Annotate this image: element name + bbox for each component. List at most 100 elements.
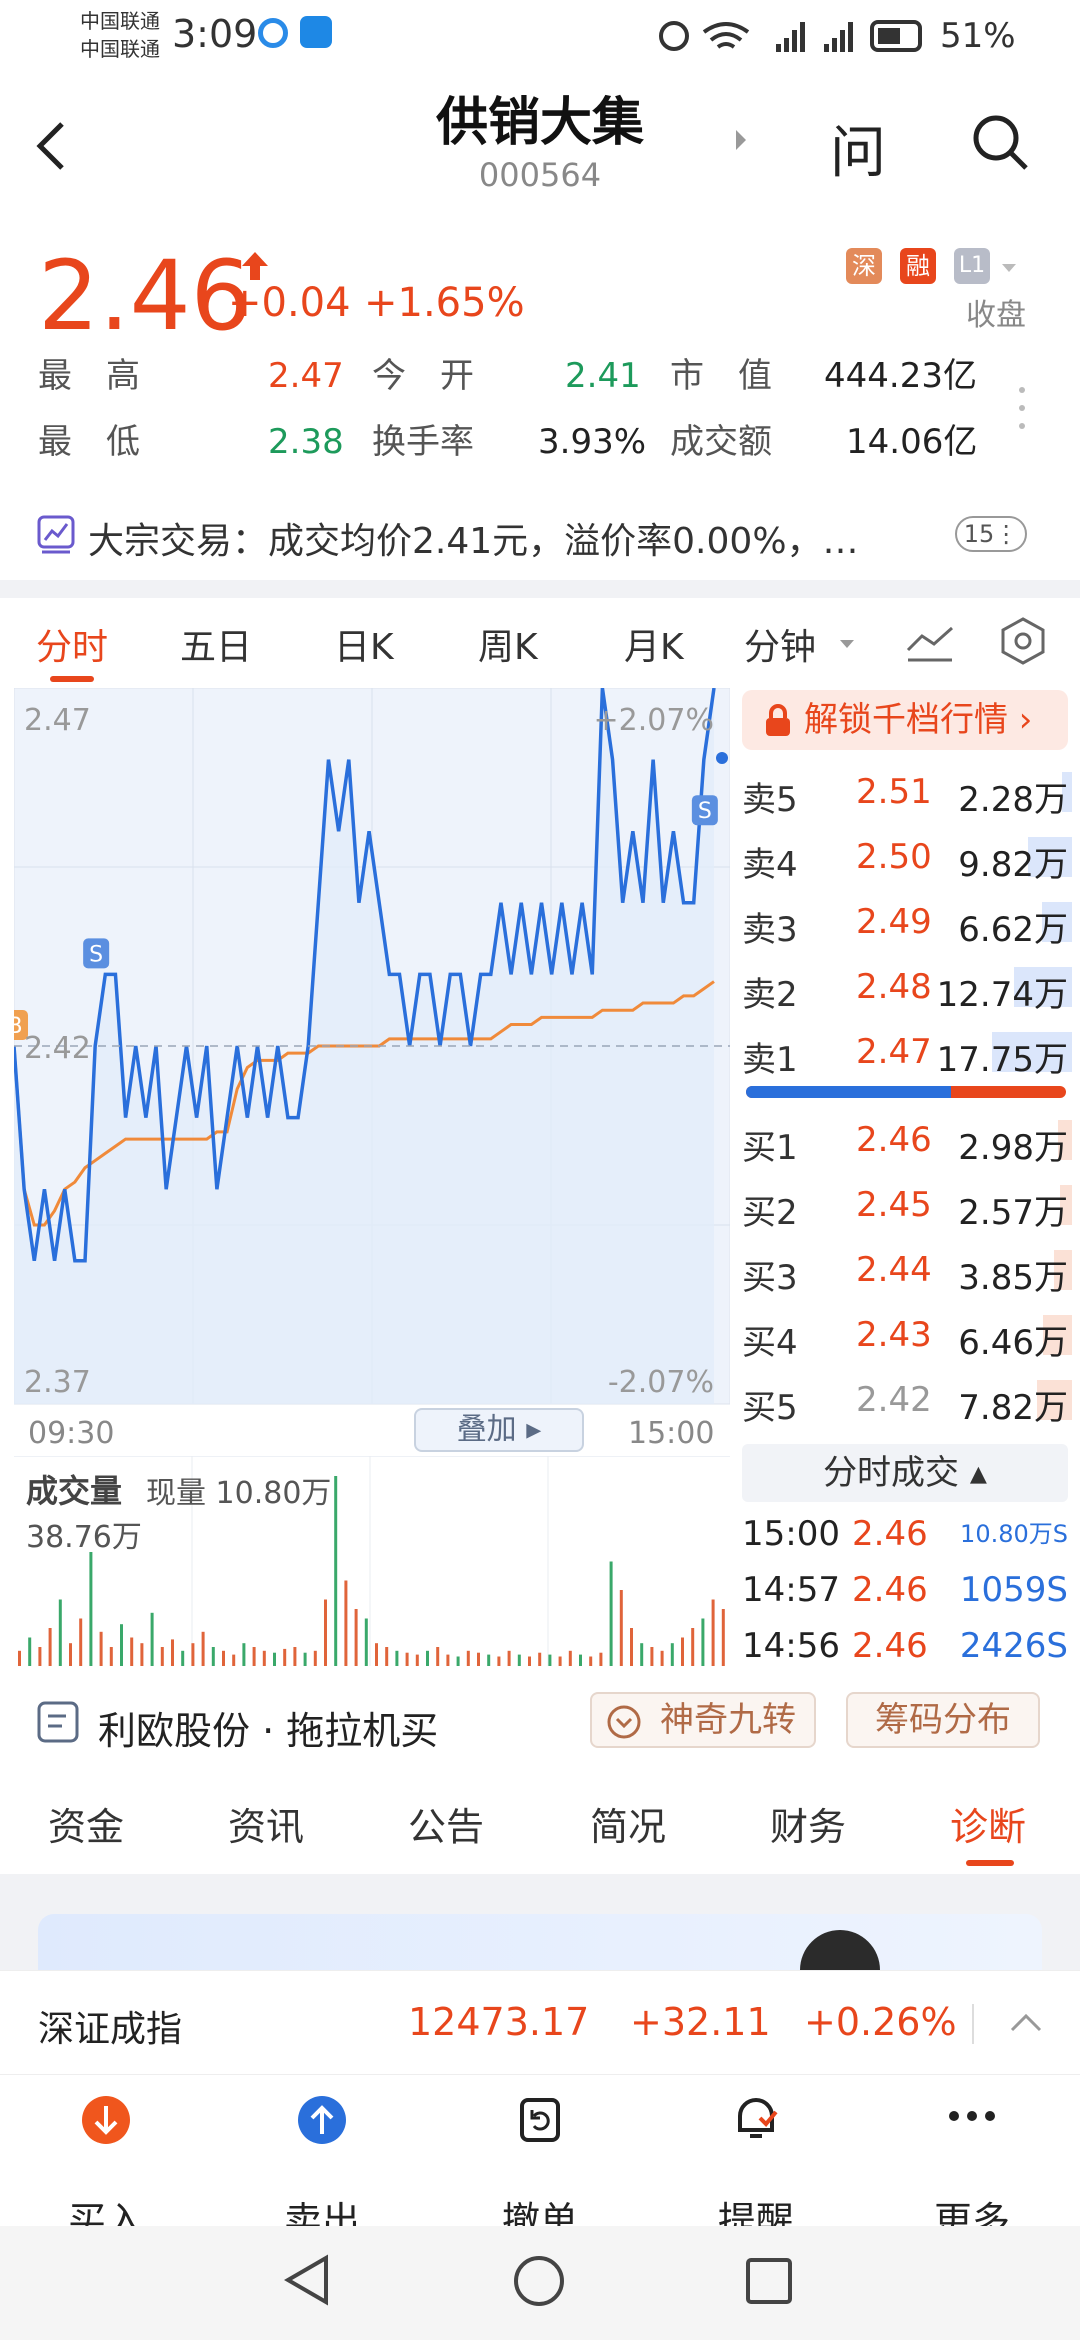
- bid-volume: 6.46万: [958, 1323, 1068, 1363]
- tab-profile[interactable]: 简况: [590, 1796, 666, 1851]
- tab-news[interactable]: 资讯: [228, 1796, 304, 1851]
- overlay-label: 叠加: [456, 1412, 517, 1447]
- buy-icon[interactable]: [80, 2094, 132, 2146]
- bid-row[interactable]: 买2 2.45 2.57万: [742, 1179, 1072, 1233]
- volume-bar: [232, 1654, 236, 1666]
- volume-bar: [619, 1590, 623, 1666]
- ask-level-label: 卖3: [742, 910, 798, 950]
- tab-minute[interactable]: 分钟: [744, 618, 816, 670]
- volume-bar: [538, 1652, 542, 1666]
- block-trade-count[interactable]: 15⋮: [955, 516, 1027, 552]
- volume-bar: [385, 1647, 389, 1666]
- volume-bar: [354, 1609, 358, 1666]
- bid-row[interactable]: 买3 2.44 3.85万: [742, 1244, 1072, 1298]
- volume-bar: [507, 1650, 511, 1666]
- news-text[interactable]: 利欧股份 · 拖拉机买: [98, 1700, 438, 1755]
- bell-icon[interactable]: [730, 2092, 782, 2146]
- last-point-dot: [716, 752, 728, 764]
- tab-weekly-k[interactable]: 周K: [478, 618, 538, 670]
- nav-home-icon[interactable]: [512, 2254, 566, 2308]
- more-vertical-icon[interactable]: [1016, 384, 1028, 434]
- volume-bar: [171, 1639, 174, 1666]
- tab-funds[interactable]: 资金: [48, 1796, 124, 1851]
- tab-announcements[interactable]: 公告: [408, 1796, 484, 1851]
- volume-bar: [38, 1647, 42, 1666]
- bid-price: 2.44: [856, 1250, 932, 1290]
- stat-open-label: 今 开: [372, 356, 474, 396]
- stat-mcap-label: 市 值: [670, 356, 772, 396]
- ask-row[interactable]: 卖2 2.48 12.74万: [742, 961, 1072, 1015]
- search-icon[interactable]: [970, 112, 1030, 172]
- volume-bar: [517, 1654, 521, 1666]
- volume-max: 38.76万: [26, 1520, 142, 1555]
- bid-row[interactable]: 买4 2.43 6.46万: [742, 1309, 1072, 1363]
- tick-trades-title: 分时成交: [823, 1453, 960, 1493]
- bid-volume: 2.98万: [958, 1128, 1068, 1168]
- buy-sell-ratio-bar: [746, 1086, 1066, 1098]
- volume-bar: [242, 1643, 246, 1666]
- ask-level-label: 卖1: [742, 1040, 798, 1080]
- next-stock-icon[interactable]: [734, 128, 748, 152]
- level-tag[interactable]: L1: [954, 248, 990, 284]
- tick-trades-header[interactable]: 分时成交 ▴: [742, 1444, 1068, 1502]
- chip-distribution-button[interactable]: 筹码分布: [846, 1692, 1040, 1748]
- tick-price: 2.46: [852, 1514, 928, 1554]
- volume-bar: [364, 1618, 368, 1666]
- ask-row[interactable]: 卖4 2.50 9.82万: [742, 831, 1072, 885]
- volume-bar: [721, 1609, 725, 1666]
- minute-dropdown-icon[interactable]: [838, 638, 856, 650]
- overlay-button[interactable]: 叠加 ▸: [414, 1408, 584, 1452]
- carrier-2: 中国联通: [80, 37, 160, 61]
- tick-time: 15:00: [742, 1514, 840, 1554]
- level-dropdown-icon[interactable]: [1000, 262, 1018, 274]
- ask-level-label: 卖4: [742, 845, 798, 885]
- ask-row[interactable]: 卖5 2.51 2.28万: [742, 766, 1072, 820]
- chevron-up-icon[interactable]: [1008, 2010, 1044, 2034]
- ask-row[interactable]: 卖1 2.47 17.75万: [742, 1026, 1072, 1080]
- indicator-icon[interactable]: [904, 620, 956, 664]
- volume-bar: [79, 1618, 83, 1666]
- volume-bar: [609, 1561, 613, 1666]
- bid-volume: 7.82万: [958, 1388, 1068, 1428]
- volume-bar: [262, 1650, 266, 1666]
- intraday-chart[interactable]: BSBS 2.47 2.42 2.37 +2.07% -2.07%: [14, 688, 730, 1408]
- magic-nine-icon: [607, 1705, 641, 1739]
- tab-monthly-k[interactable]: 月K: [624, 618, 684, 670]
- settings-hex-icon[interactable]: [998, 616, 1048, 666]
- sell-marker[interactable]: S: [691, 795, 718, 826]
- tab-5day[interactable]: 五日: [180, 618, 252, 670]
- index-change-pct: +0.26%: [804, 2000, 957, 2044]
- tick-time: 14:57: [742, 1570, 840, 1610]
- bid-row[interactable]: 买1 2.46 2.98万: [742, 1114, 1072, 1168]
- volume-bar: [579, 1654, 582, 1666]
- tab-indicator: [50, 676, 94, 682]
- ask-row[interactable]: 卖3 2.49 6.62万: [742, 896, 1072, 950]
- promo-card[interactable]: [38, 1914, 1042, 1974]
- volume-bar: [130, 1637, 134, 1666]
- bid-row[interactable]: 买5 2.42 7.82万: [742, 1374, 1072, 1428]
- more-icon[interactable]: [946, 2106, 998, 2126]
- volume-bar: [640, 1643, 644, 1666]
- cancel-order-icon[interactable]: [514, 2094, 566, 2146]
- price-change-pct: +1.65%: [364, 280, 525, 326]
- ask-volume: 9.82万: [958, 845, 1068, 885]
- volume-bar: [201, 1631, 205, 1666]
- block-trade-icon: [37, 515, 75, 554]
- volume-bar: [191, 1643, 195, 1666]
- y-tick-mid: 2.42: [24, 1031, 91, 1066]
- y-tick-high: 2.47: [24, 703, 91, 738]
- tab-diagnosis[interactable]: 诊断: [950, 1796, 1026, 1851]
- tab-finance[interactable]: 财务: [770, 1796, 846, 1851]
- nav-recents-icon[interactable]: [744, 2256, 794, 2306]
- svg-text:S: S: [698, 799, 712, 824]
- tab-intraday[interactable]: 分时: [36, 618, 108, 670]
- nav-back-icon[interactable]: [282, 2252, 334, 2308]
- ask-button[interactable]: 问: [830, 108, 886, 189]
- sell-icon[interactable]: [296, 2094, 348, 2146]
- pct-tick-low: -2.07%: [608, 1365, 714, 1400]
- tab-daily-k[interactable]: 日K: [334, 618, 394, 670]
- block-trade-text[interactable]: 大宗交易：成交均价2.41元，溢价率0.00%，…: [88, 512, 859, 564]
- sell-marker[interactable]: S: [83, 938, 110, 969]
- stat-amount-value: 14.06亿: [846, 422, 978, 462]
- volume-bar: [436, 1647, 440, 1666]
